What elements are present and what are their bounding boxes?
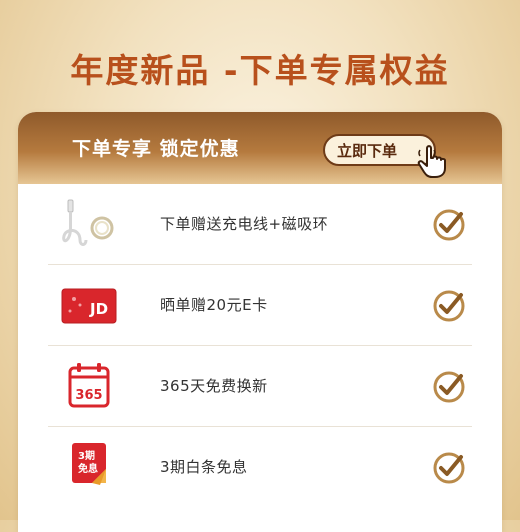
header-text: 下单专享 锁定优惠 [72,138,240,160]
installment-badge-icon: 3期 免息 [72,443,106,485]
hand-pointer-icon [417,145,446,178]
benefits-card: 下单专享 锁定优惠 立即下单 下单赠送充电线+磁吸环 JD 晒单赠20元E卡 3… [18,112,502,532]
badge-line2: 免息 [78,462,98,475]
benefit-label: 365天免费换新 [160,377,268,395]
benefit-row-replacement: 365 365天免费换新 [48,346,472,426]
calendar-365-icon: 365 [68,363,110,408]
benefit-row-ecard: JD 晒单赠20元E卡 [48,265,472,345]
check-circle-icon [433,371,465,403]
calendar-text: 365 [75,388,102,403]
page-title: 年度新品 -下单专属权益 [70,51,450,90]
check-circle-icon [433,290,465,322]
order-now-label: 立即下单 [337,141,398,160]
badge-line1: 3期 [78,449,95,462]
benefit-row-cable: 下单赠送充电线+磁吸环 [48,184,472,264]
check-circle-icon [433,452,465,484]
jd-gift-card-icon: JD [61,288,117,324]
benefit-label: 下单赠送充电线+磁吸环 [160,215,329,233]
cable-and-ring-icon [62,199,114,246]
card-header: 下单专享 锁定优惠 立即下单 [18,112,502,184]
jd-card-text: JD [89,300,108,318]
benefit-label: 3期白条免息 [160,458,248,476]
check-circle-icon [433,209,465,241]
benefit-row-installment: 3期 免息 3期白条免息 [48,427,472,507]
benefit-label: 晒单赠20元E卡 [160,296,268,314]
